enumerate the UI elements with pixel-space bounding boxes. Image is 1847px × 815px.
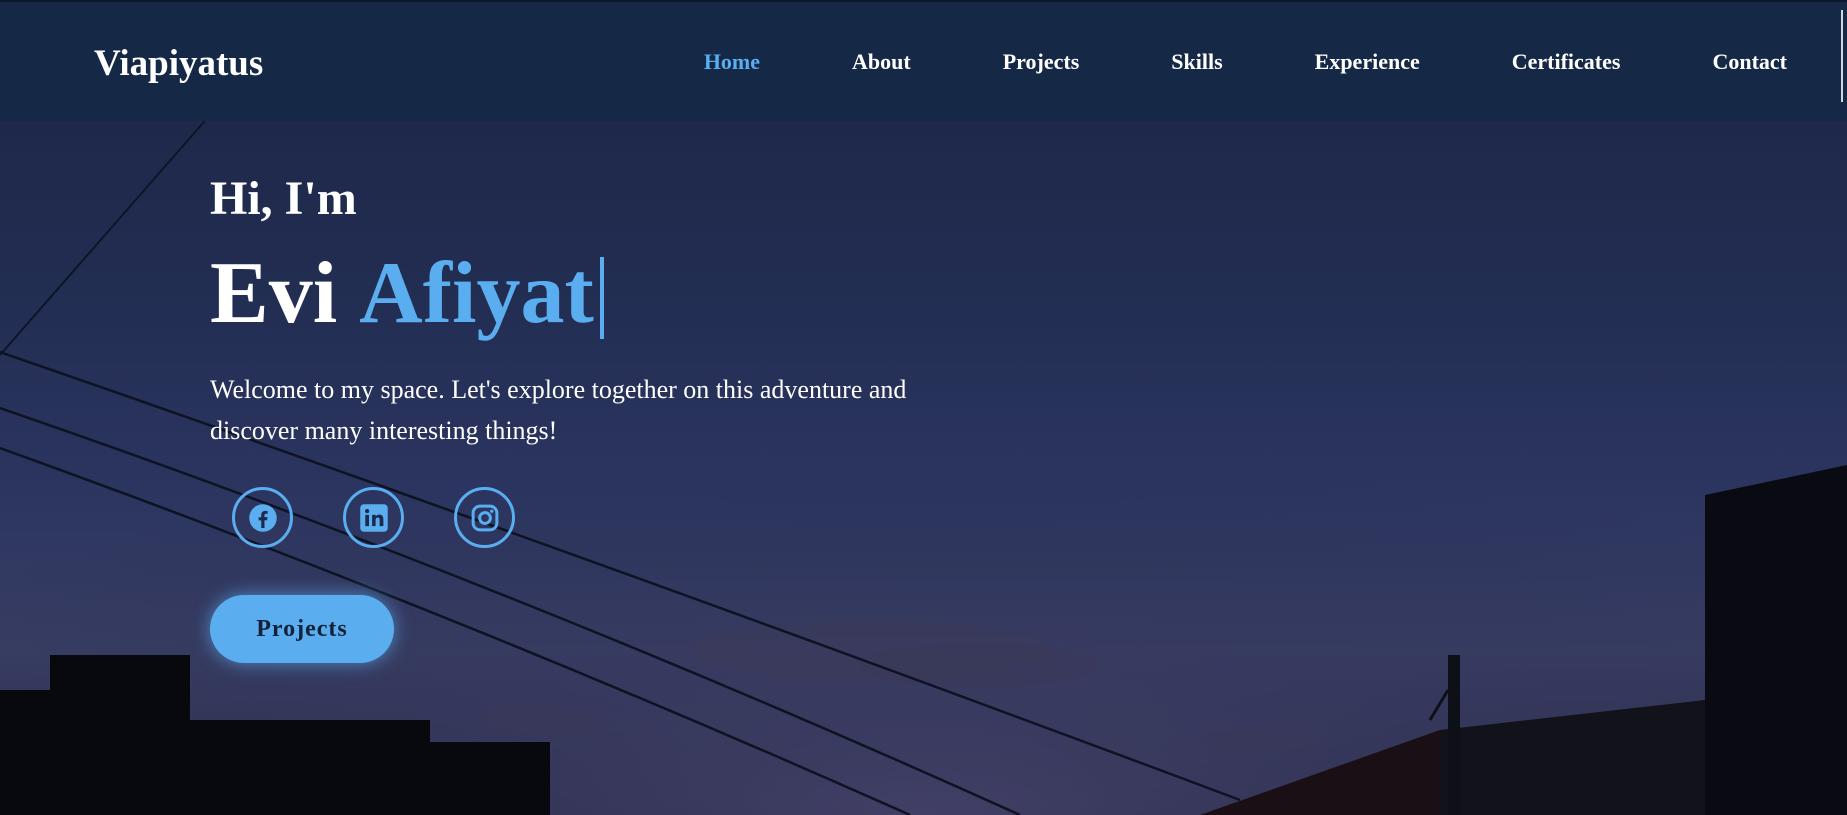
hero-first-name: Evi bbox=[210, 245, 338, 342]
linkedin-icon bbox=[359, 503, 388, 532]
hero-greeting: Hi, I'm bbox=[210, 172, 357, 225]
facebook-link[interactable] bbox=[232, 487, 293, 548]
nav-link-projects[interactable]: Projects bbox=[1003, 49, 1080, 75]
instagram-link[interactable] bbox=[454, 487, 515, 548]
nav-link-certificates[interactable]: Certificates bbox=[1512, 49, 1621, 75]
scrollbar-edge[interactable] bbox=[1841, 10, 1843, 102]
facebook-icon bbox=[248, 503, 277, 532]
typing-cursor bbox=[599, 257, 604, 339]
instagram-icon bbox=[471, 504, 498, 531]
projects-button[interactable]: Projects bbox=[210, 595, 394, 663]
nav-link-about[interactable]: About bbox=[852, 49, 911, 75]
nav-link-home[interactable]: Home bbox=[704, 49, 760, 75]
social-links bbox=[232, 487, 515, 548]
nav-links: Home About Projects Skills Experience Ce… bbox=[612, 49, 1787, 75]
nav-link-experience[interactable]: Experience bbox=[1315, 49, 1420, 75]
linkedin-link[interactable] bbox=[343, 487, 404, 548]
nav-link-skills[interactable]: Skills bbox=[1171, 49, 1222, 75]
hero-tagline: Welcome to my space. Let's explore toget… bbox=[210, 375, 907, 445]
hero-name: Evi Afiyat bbox=[210, 249, 1110, 339]
nav-link-contact[interactable]: Contact bbox=[1712, 49, 1787, 75]
brand-logo-text[interactable]: Viapiyatus bbox=[94, 42, 263, 85]
top-navbar: Viapiyatus Home About Projects Skills Ex… bbox=[0, 0, 1847, 121]
hero-section: Hi, I'm Evi Afiyat Welcome to my space. … bbox=[210, 175, 1110, 451]
hero-last-name: Afiyat bbox=[359, 245, 594, 342]
